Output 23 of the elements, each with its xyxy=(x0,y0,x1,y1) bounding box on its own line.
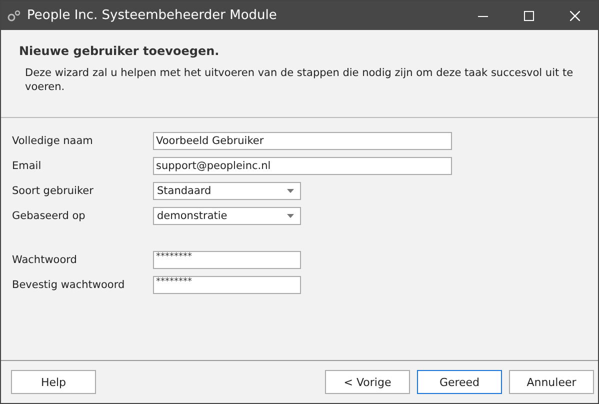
wizard-heading: Nieuwe gebruiker toevoegen. xyxy=(19,44,220,58)
dialog-button[interactable]: Gereed xyxy=(417,370,502,394)
close-icon xyxy=(570,10,580,20)
window-title: People Inc. Systeembeheerder Module xyxy=(27,8,278,23)
field-label: Volledige naam xyxy=(12,135,94,147)
dropdown[interactable]: Standaard xyxy=(153,182,301,200)
caret-icon xyxy=(287,214,294,218)
field-label: Gebaseerd op xyxy=(12,210,86,222)
maximize-icon xyxy=(524,10,534,20)
field-label: Soort gebruiker xyxy=(12,185,94,197)
field-label: Bevestig wachtwoord xyxy=(12,279,126,291)
field-label: Email xyxy=(12,160,42,172)
dialog-button[interactable]: Help xyxy=(11,370,96,394)
wizard-description: Deze wizard zal u helpen met het uitvoeren van de stappen die nodig zijn om deze taak succesvol uit te voeren. xyxy=(24,66,574,94)
field-label: Wachtwoord xyxy=(12,254,78,266)
dialog-button[interactable]: < Vorige xyxy=(325,370,410,394)
caret-icon xyxy=(287,189,294,193)
dropdown[interactable]: demonstratie xyxy=(153,207,301,225)
text-field[interactable]: support@peopleinc.nl xyxy=(153,157,452,175)
text-field[interactable]: Voorbeeld Gebruiker xyxy=(153,132,452,150)
dialog-button[interactable]: Annuleer xyxy=(509,370,594,394)
password-field[interactable]: ******** xyxy=(153,251,301,269)
password-field[interactable]: ******** xyxy=(153,276,301,294)
